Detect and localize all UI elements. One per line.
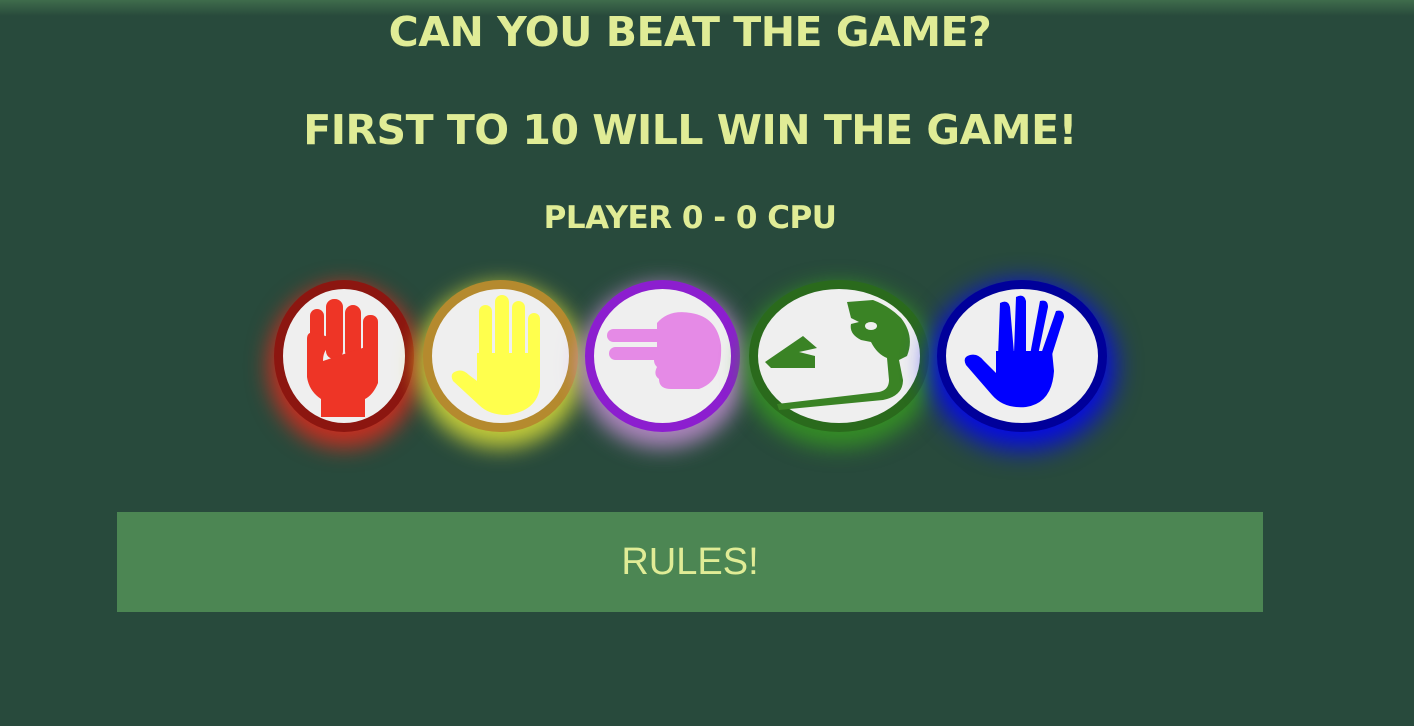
lizard-icon: [765, 300, 910, 410]
page-title: CAN YOU BEAT THE GAME?: [388, 8, 992, 56]
game-goal-text: FIRST TO 10 WILL WIN THE GAME!: [303, 106, 1077, 154]
two-finger-hand-icon: [606, 312, 721, 389]
scoreboard: PLAYER 0 - 0 CPU: [543, 200, 837, 236]
lizard-button[interactable]: [749, 280, 929, 432]
rules-button[interactable]: RULES!: [117, 512, 1263, 612]
spock-button[interactable]: [937, 280, 1107, 432]
open-hand-icon: [451, 295, 540, 415]
scissors-button[interactable]: [585, 280, 740, 432]
rock-button[interactable]: [274, 280, 414, 432]
paper-button[interactable]: [423, 280, 578, 432]
vulcan-salute-icon: [964, 295, 1064, 408]
fist-icon: [307, 299, 378, 417]
